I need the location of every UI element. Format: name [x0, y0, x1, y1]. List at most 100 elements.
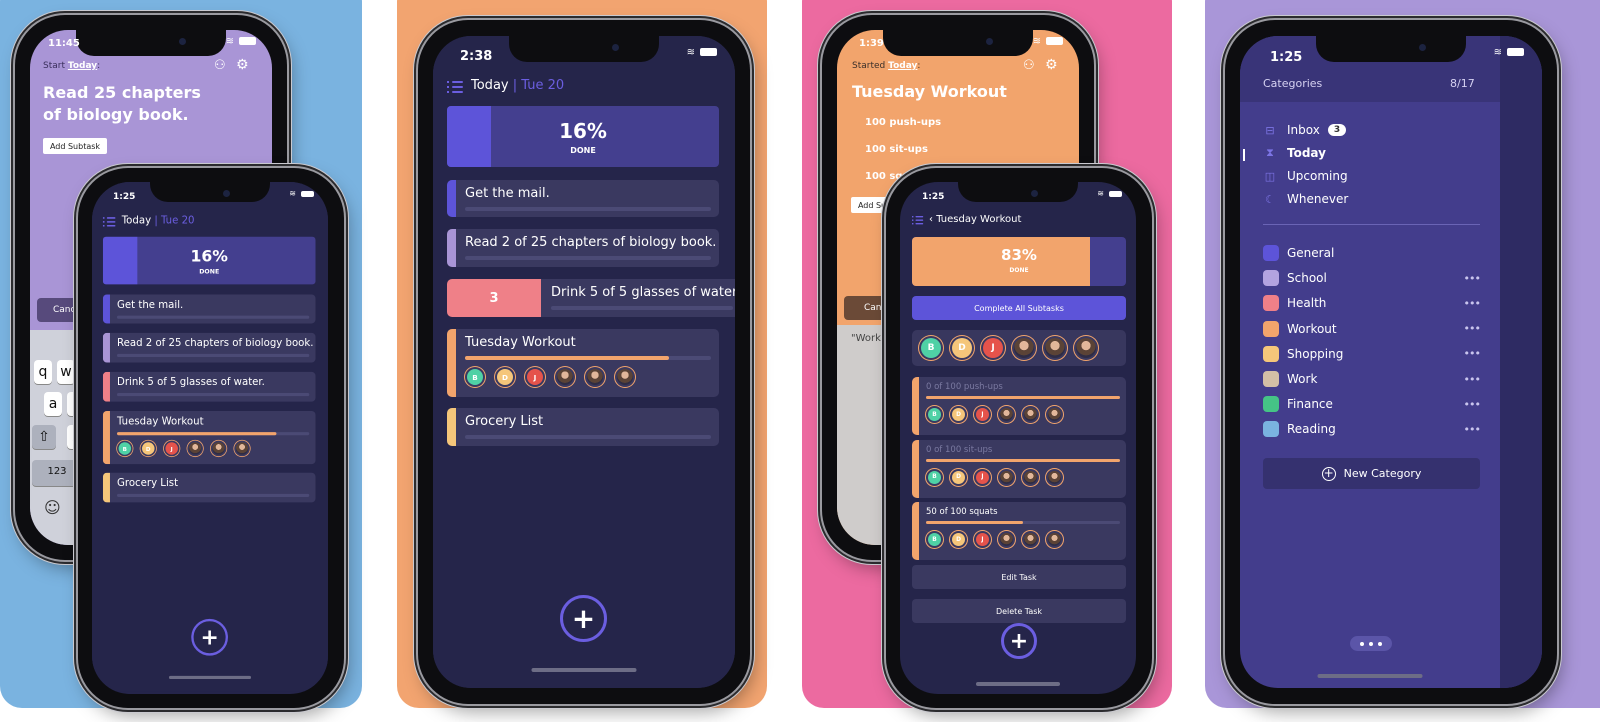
back-button[interactable]: ‹ Tuesday Workout [929, 214, 1021, 225]
assignee-avatar[interactable]: B [928, 533, 941, 546]
add-task-button[interactable]: + [560, 595, 607, 642]
more-options-icon[interactable]: ••• [1464, 347, 1481, 360]
category-work[interactable]: Work ••• [1263, 369, 1481, 389]
subtask-item[interactable]: 100 push-ups [865, 117, 941, 128]
add-task-button[interactable]: + [1001, 623, 1037, 659]
new-category-button[interactable]: + New Category [1263, 458, 1480, 489]
task-card[interactable]: Drink 5 of 5 glasses of water. [541, 279, 735, 317]
add-user-icon[interactable]: ⚇ [1023, 58, 1035, 73]
task-card[interactable]: Tuesday Workout BDJ [447, 329, 719, 397]
assignee-avatar[interactable]: J [976, 470, 989, 484]
add-task-button[interactable]: + [191, 618, 228, 656]
assignee-avatar[interactable]: D [952, 338, 972, 358]
subtask-card[interactable]: 0 of 100 push-ups BDJ [912, 377, 1126, 435]
assignee-avatar[interactable]: B [118, 442, 132, 455]
assignee-avatar[interactable]: B [928, 470, 941, 484]
delete-task-button[interactable]: Delete Task [912, 599, 1126, 623]
assignee-avatar[interactable] [212, 442, 225, 455]
assignee-avatar[interactable]: J [527, 369, 543, 385]
assignee-avatar[interactable]: B [921, 338, 941, 358]
assignee-avatar[interactable]: D [952, 533, 965, 546]
more-options-icon[interactable]: ••• [1464, 297, 1481, 310]
category-color-swatch [1263, 396, 1279, 413]
key-w[interactable]: w [57, 360, 75, 384]
nav-item-inbox[interactable]: ⊟ Inbox 3 [1263, 123, 1347, 137]
nav-item-upcoming[interactable]: ◫ Upcoming [1263, 169, 1348, 183]
category-workout[interactable]: Workout ••• [1263, 319, 1481, 339]
task-card[interactable]: Get the mail. [447, 180, 719, 217]
assignee-avatar[interactable]: J [976, 408, 989, 421]
gear-icon[interactable]: ⚙ [236, 57, 249, 73]
more-options-icon[interactable]: ••• [1464, 373, 1481, 386]
list-icon[interactable] [447, 81, 463, 93]
assignee-avatar[interactable]: B [928, 408, 941, 421]
task-card[interactable]: Read 2 of 25 chapters of biology book. [102, 332, 316, 363]
assignee-avatar[interactable]: D [952, 470, 965, 484]
more-options-icon[interactable]: ••• [1464, 272, 1481, 285]
assignee-avatar[interactable] [587, 369, 603, 385]
assignee-avatar[interactable] [1024, 408, 1037, 421]
edit-task-button[interactable]: Edit Task [912, 565, 1126, 589]
assignee-avatar[interactable] [1076, 338, 1096, 358]
shift-key[interactable]: ⇧ [32, 425, 56, 449]
assignee-avatar[interactable] [1048, 408, 1061, 421]
assignee-avatar[interactable] [1000, 408, 1013, 421]
numbers-key[interactable]: 123 [32, 460, 82, 486]
task-title[interactable]: Read 25 chapters of biology book. [43, 82, 223, 126]
assignee-avatar[interactable] [1048, 470, 1061, 484]
add-subtask-button[interactable]: Add Subtask [43, 138, 107, 154]
subtask-card[interactable]: 0 of 100 sit-ups BDJ [912, 439, 1126, 498]
assignee-avatar[interactable] [617, 369, 633, 385]
assignee-avatar[interactable] [1014, 338, 1034, 358]
category-health[interactable]: Health ••• [1263, 293, 1481, 313]
category-shopping[interactable]: Shopping ••• [1263, 344, 1481, 364]
assignee-avatar[interactable]: D [952, 408, 965, 421]
task-card[interactable]: Get the mail. [102, 294, 316, 324]
start-date-link[interactable]: Today [68, 61, 97, 71]
task-card[interactable]: Drink 5 of 5 glasses of water. [102, 371, 316, 402]
task-title[interactable]: Tuesday Workout [852, 82, 1007, 101]
more-options-icon[interactable]: ••• [1464, 423, 1481, 436]
task-card[interactable]: Grocery List [102, 472, 316, 503]
assignee-avatar[interactable] [235, 442, 249, 455]
assignee-avatar[interactable]: D [497, 369, 513, 385]
list-icon[interactable] [912, 216, 924, 225]
category-finance[interactable]: Finance ••• [1263, 394, 1481, 414]
subtask-item[interactable]: 100 sit-ups [865, 144, 928, 155]
assignee-avatar[interactable] [1024, 470, 1037, 484]
assignee-avatar[interactable]: J [165, 442, 178, 455]
assignee-avatar[interactable] [557, 369, 573, 385]
list-icon[interactable] [102, 217, 116, 227]
gear-icon[interactable]: ⚙ [1045, 57, 1058, 73]
task-card[interactable]: Tuesday Workout BDJ [102, 410, 316, 465]
task-card[interactable]: Grocery List [447, 408, 719, 446]
key-a[interactable]: a [44, 392, 62, 416]
category-general[interactable]: General [1263, 243, 1480, 263]
complete-all-subtasks-button[interactable]: Complete All Subtasks [912, 296, 1126, 320]
assignee-avatar[interactable]: J [983, 338, 1003, 358]
more-options-icon[interactable]: ••• [1464, 398, 1481, 411]
category-school[interactable]: School ••• [1263, 268, 1481, 288]
key-q[interactable]: q [34, 360, 52, 384]
emoji-icon[interactable]: ☺ [44, 498, 61, 517]
dimmed-today-overlay[interactable] [1500, 36, 1542, 688]
assignee-avatar[interactable] [188, 442, 202, 455]
assignee-avatar[interactable]: B [467, 369, 483, 385]
assignee-avatar[interactable] [1045, 338, 1065, 358]
assignee-avatar[interactable] [1048, 533, 1061, 546]
page-dots[interactable] [1350, 636, 1392, 651]
assignee-avatar[interactable]: D [142, 442, 155, 455]
nav-item-today[interactable]: ⧗ Today [1263, 146, 1326, 160]
assignee-avatar[interactable] [1024, 533, 1037, 546]
assignee-avatar[interactable]: J [976, 533, 989, 546]
subtask-card[interactable]: 50 of 100 squats BDJ [912, 502, 1126, 560]
add-user-icon[interactable]: ⚇ [214, 58, 226, 73]
assignee-avatar[interactable] [1000, 470, 1013, 484]
assignee-avatar[interactable] [1000, 533, 1013, 546]
swipe-count-action[interactable]: 3 [447, 279, 541, 317]
task-card[interactable]: Read 2 of 25 chapters of biology book. [447, 229, 719, 267]
nav-item-whenever[interactable]: ☾ Whenever [1263, 192, 1348, 206]
more-options-icon[interactable]: ••• [1464, 322, 1481, 335]
category-reading[interactable]: Reading ••• [1263, 419, 1481, 439]
start-date-link[interactable]: Today [888, 61, 917, 71]
